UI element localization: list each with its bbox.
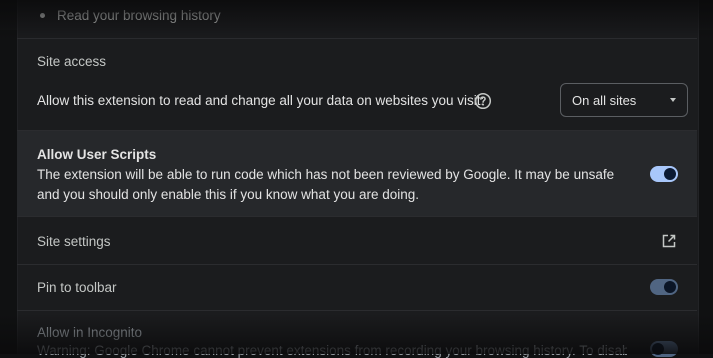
user-scripts-toggle[interactable] <box>650 166 678 182</box>
site-access-title: Site access <box>37 54 107 69</box>
pin-toolbar-toggle[interactable] <box>650 279 678 295</box>
divider <box>17 264 697 265</box>
divider <box>17 310 697 311</box>
permission-item: Read your browsing history <box>40 8 221 23</box>
chevron-down-icon <box>670 98 676 102</box>
site-access-dropdown-value: On all sites <box>572 92 637 108</box>
incognito-label: Allow in Incognito <box>37 325 143 340</box>
toggle-knob <box>652 343 664 355</box>
site-access-dropdown[interactable]: On all sites <box>560 83 688 117</box>
user-scripts-title: Allow User Scripts <box>37 147 157 162</box>
bullet-icon <box>40 13 45 18</box>
user-scripts-description: The extension will be able to run code w… <box>37 167 615 202</box>
incognito-toggle[interactable] <box>650 341 678 357</box>
external-link-icon[interactable] <box>661 233 677 249</box>
divider <box>17 38 697 39</box>
incognito-warning: Warning: Google Chrome cannot prevent ex… <box>37 343 627 358</box>
site-access-description: Allow this extension to read and change … <box>37 93 485 108</box>
permission-label: Read your browsing history <box>57 8 221 23</box>
toggle-knob <box>664 168 676 180</box>
help-circle-icon[interactable] <box>474 92 492 110</box>
divider <box>17 216 697 217</box>
site-settings-link[interactable]: Site settings <box>37 234 111 249</box>
pin-toolbar-label: Pin to toolbar <box>37 280 117 295</box>
toggle-knob <box>664 281 676 293</box>
